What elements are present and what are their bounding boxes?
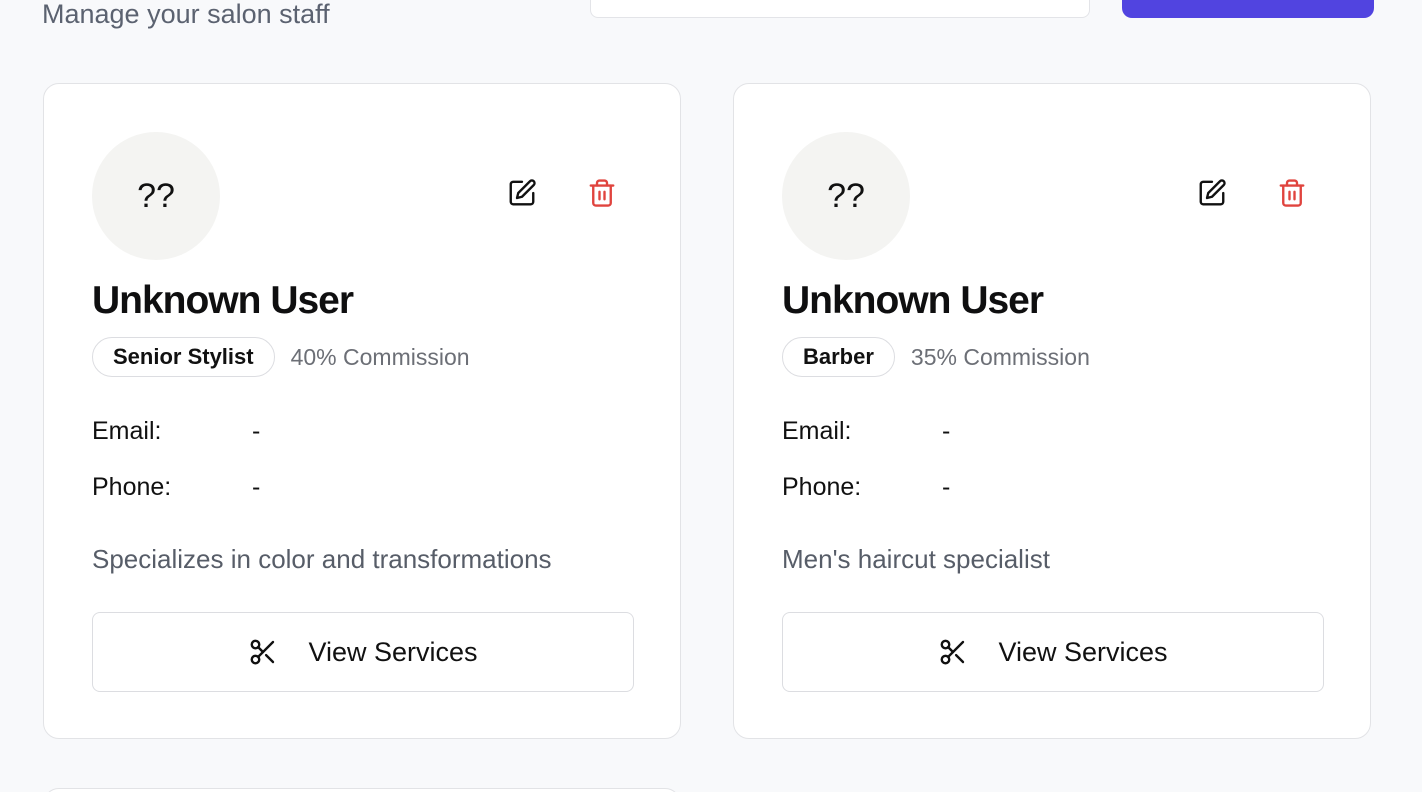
add-staff-button[interactable] [1122, 0, 1374, 18]
email-row: Email: - [782, 417, 950, 446]
email-label: Email: [92, 417, 162, 445]
phone-label: Phone: [782, 473, 862, 501]
phone-row: Phone: - [782, 473, 950, 502]
email-row: Email: - [92, 417, 260, 446]
delete-staff-button[interactable] [582, 174, 622, 214]
phone-value: - [252, 473, 261, 501]
view-services-label: View Services [998, 636, 1168, 667]
staff-name: Unknown User [92, 279, 354, 322]
staff-card: ?? Unknown User Senior Stylist 40% Commi… [43, 83, 681, 739]
search-input[interactable] [590, 0, 1090, 18]
phone-value: - [942, 473, 951, 501]
staff-name: Unknown User [782, 279, 1044, 322]
role-badge: Senior Stylist [92, 337, 275, 377]
scissors-icon [248, 637, 278, 667]
view-services-button[interactable]: View Services [782, 612, 1324, 692]
avatar: ?? [782, 132, 910, 260]
role-row: Senior Stylist 40% Commission [92, 337, 470, 377]
email-value: - [942, 417, 951, 445]
scissors-icon [938, 637, 968, 667]
email-value: - [252, 417, 261, 445]
role-row: Barber 35% Commission [782, 337, 1090, 377]
view-services-label: View Services [308, 636, 478, 667]
staff-description: Specializes in color and transformations [92, 544, 552, 574]
page-subtitle: Manage your salon staff [42, 0, 330, 29]
staff-page: Manage your salon staff ?? Unknown User … [0, 0, 1422, 792]
staff-card: ?? Unknown User Barber 35% Commission Em… [733, 83, 1371, 739]
staff-description: Men's haircut specialist [782, 544, 1050, 574]
phone-label: Phone: [92, 473, 172, 501]
edit-icon [507, 178, 537, 211]
role-badge: Barber [782, 337, 895, 377]
edit-icon [1197, 178, 1227, 211]
edit-staff-button[interactable] [1192, 174, 1232, 214]
edit-staff-button[interactable] [502, 174, 542, 214]
commission-text: 40% Commission [290, 343, 470, 370]
staff-card [43, 788, 681, 792]
email-label: Email: [782, 417, 852, 445]
delete-staff-button[interactable] [1272, 174, 1312, 214]
commission-text: 35% Commission [910, 343, 1090, 370]
view-services-button[interactable]: View Services [92, 612, 634, 692]
avatar: ?? [92, 132, 220, 260]
phone-row: Phone: - [92, 473, 260, 502]
trash-icon [587, 178, 617, 211]
trash-icon [1277, 178, 1307, 211]
